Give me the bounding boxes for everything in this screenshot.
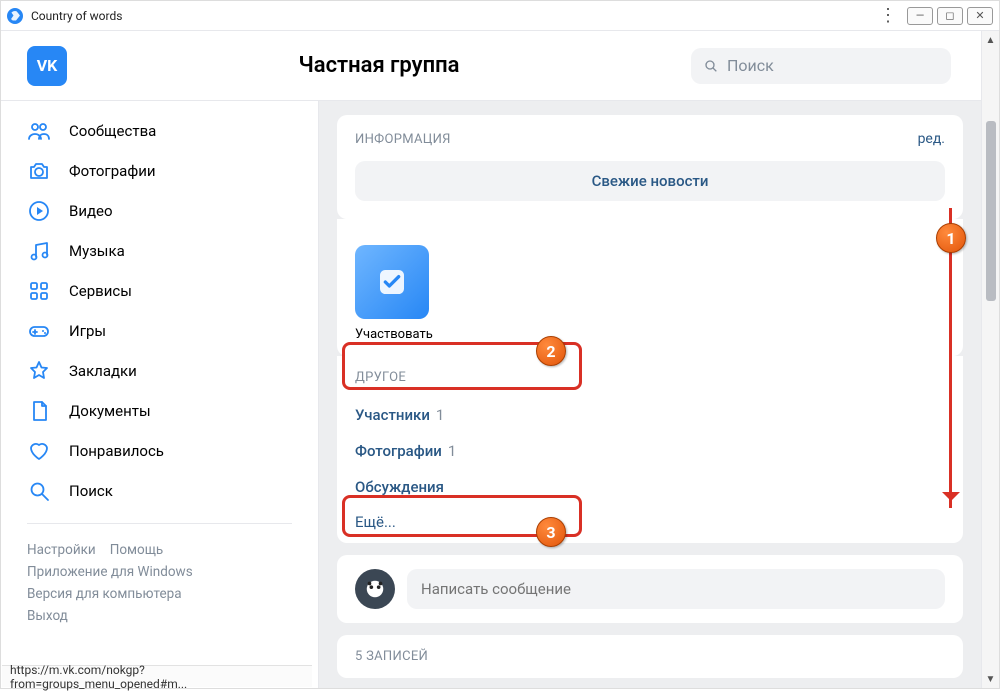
window-title: Country of words: [31, 9, 869, 23]
heart-icon: [27, 439, 51, 463]
footer-desktop-version-link[interactable]: Версия для компьютера: [27, 586, 292, 602]
search-icon: [703, 58, 719, 74]
footer-windows-app-link[interactable]: Приложение для Windows: [27, 564, 292, 580]
star-icon: [27, 359, 51, 383]
page-title: Частная группа: [67, 53, 691, 78]
sidebar-item-label: Поиск: [69, 482, 113, 500]
avatar[interactable]: [355, 569, 395, 609]
play-icon: [27, 199, 51, 223]
discussions-label: Обсуждения: [355, 478, 444, 496]
sidebar-item-photos[interactable]: Фотографии: [1, 151, 318, 191]
sidebar-item-video[interactable]: Видео: [1, 191, 318, 231]
communities-icon: [27, 119, 51, 143]
sidebar-item-label: Документы: [69, 402, 151, 420]
sidebar-separator: [27, 523, 292, 524]
document-icon: [27, 399, 51, 423]
members-label: Участники: [355, 406, 430, 424]
sidebar-item-label: Фотографии: [69, 162, 156, 180]
sidebar-item-documents[interactable]: Документы: [1, 391, 318, 431]
sidebar-item-bookmarks[interactable]: Закладки: [1, 351, 318, 391]
sidebar-item-services[interactable]: Сервисы: [1, 271, 318, 311]
panda-avatar-icon: [364, 578, 386, 600]
sidebar-item-label: Сервисы: [69, 282, 132, 300]
members-count: 1: [436, 406, 444, 424]
footer-settings-link[interactable]: Настройки: [27, 542, 96, 558]
posts-card: 5 ЗАПИСЕЙ: [337, 635, 963, 678]
sidebar-item-liked[interactable]: Понравилось: [1, 431, 318, 471]
sidebar-footer: Настройки Помощь Приложение для Windows …: [1, 536, 318, 634]
music-icon: [27, 239, 51, 263]
sidebar-item-games[interactable]: Игры: [1, 311, 318, 351]
status-bar: https://m.vk.com/nokgp?from=groups_menu_…: [2, 665, 312, 687]
photos-label: Фотографии: [355, 442, 442, 460]
sidebar-item-label: Понравилось: [69, 442, 164, 460]
sidebar-item-label: Музыка: [69, 242, 125, 260]
participate-image[interactable]: [355, 245, 429, 319]
sidebar-item-search[interactable]: Поиск: [1, 471, 318, 511]
main-content: ИНФОРМАЦИЯ ред. Свежие новости Участвова…: [319, 101, 981, 688]
annotation-marker-3: 3: [536, 517, 566, 547]
info-card: ИНФОРМАЦИЯ ред. Свежие новости: [337, 115, 963, 219]
fresh-news-button[interactable]: Свежие новости: [355, 161, 945, 201]
more-link[interactable]: Ещё...: [355, 505, 945, 541]
sidebar-item-music[interactable]: Музыка: [1, 231, 318, 271]
compose-input[interactable]: [407, 569, 945, 609]
close-button[interactable]: ✕: [967, 7, 993, 25]
sidebar-item-label: Видео: [69, 202, 113, 220]
camera-icon: [27, 159, 51, 183]
info-section-title: ИНФОРМАЦИЯ: [355, 132, 451, 147]
minimize-button[interactable]: —: [907, 7, 933, 25]
annotation-arrow: [949, 208, 952, 508]
other-card: ДРУГОЕ Участники 1 Фотографии 1 Обсужден…: [337, 356, 963, 543]
search-placeholder: Поиск: [727, 56, 774, 75]
checkmark-icon: [376, 266, 408, 298]
members-link[interactable]: Участники 1: [355, 397, 945, 433]
kebab-menu-icon[interactable]: ⋮: [869, 9, 907, 23]
search-input[interactable]: Поиск: [691, 48, 951, 84]
window-titlebar: Country of words ⋮ — ◻ ✕: [1, 1, 999, 31]
photos-link[interactable]: Фотографии 1: [355, 433, 945, 469]
sidebar-item-label: Закладки: [69, 362, 137, 380]
services-icon: [27, 279, 51, 303]
sidebar-item-label: Сообщества: [69, 122, 156, 140]
annotation-marker-2: 2: [536, 336, 566, 366]
compose-card: [337, 555, 963, 623]
sidebar-item-label: Игры: [69, 322, 106, 340]
app-icon: [7, 8, 23, 24]
app-header: VK Частная группа Поиск: [1, 31, 981, 101]
vk-logo[interactable]: VK: [27, 46, 67, 86]
maximize-button[interactable]: ◻: [937, 7, 963, 25]
photos-count: 1: [448, 442, 456, 460]
other-section-title: ДРУГОЕ: [355, 360, 945, 397]
status-url: https://m.vk.com/nokgp?from=groups_menu_…: [10, 663, 304, 691]
participate-card: Участвовать: [337, 219, 963, 356]
posts-count-title: 5 ЗАПИСЕЙ: [355, 649, 428, 664]
gamepad-icon: [27, 319, 51, 343]
participate-label: Участвовать: [355, 327, 945, 342]
annotation-marker-1: 1: [936, 223, 966, 253]
sidebar-item-communities[interactable]: Сообщества: [1, 111, 318, 151]
search-icon: [27, 479, 51, 503]
footer-help-link[interactable]: Помощь: [110, 542, 164, 558]
sidebar: Сообщества Фотографии Видео Музыка Серви…: [1, 101, 319, 688]
footer-logout-link[interactable]: Выход: [27, 608, 292, 624]
discussions-link[interactable]: Обсуждения: [355, 469, 945, 505]
info-edit-link[interactable]: ред.: [918, 131, 945, 147]
